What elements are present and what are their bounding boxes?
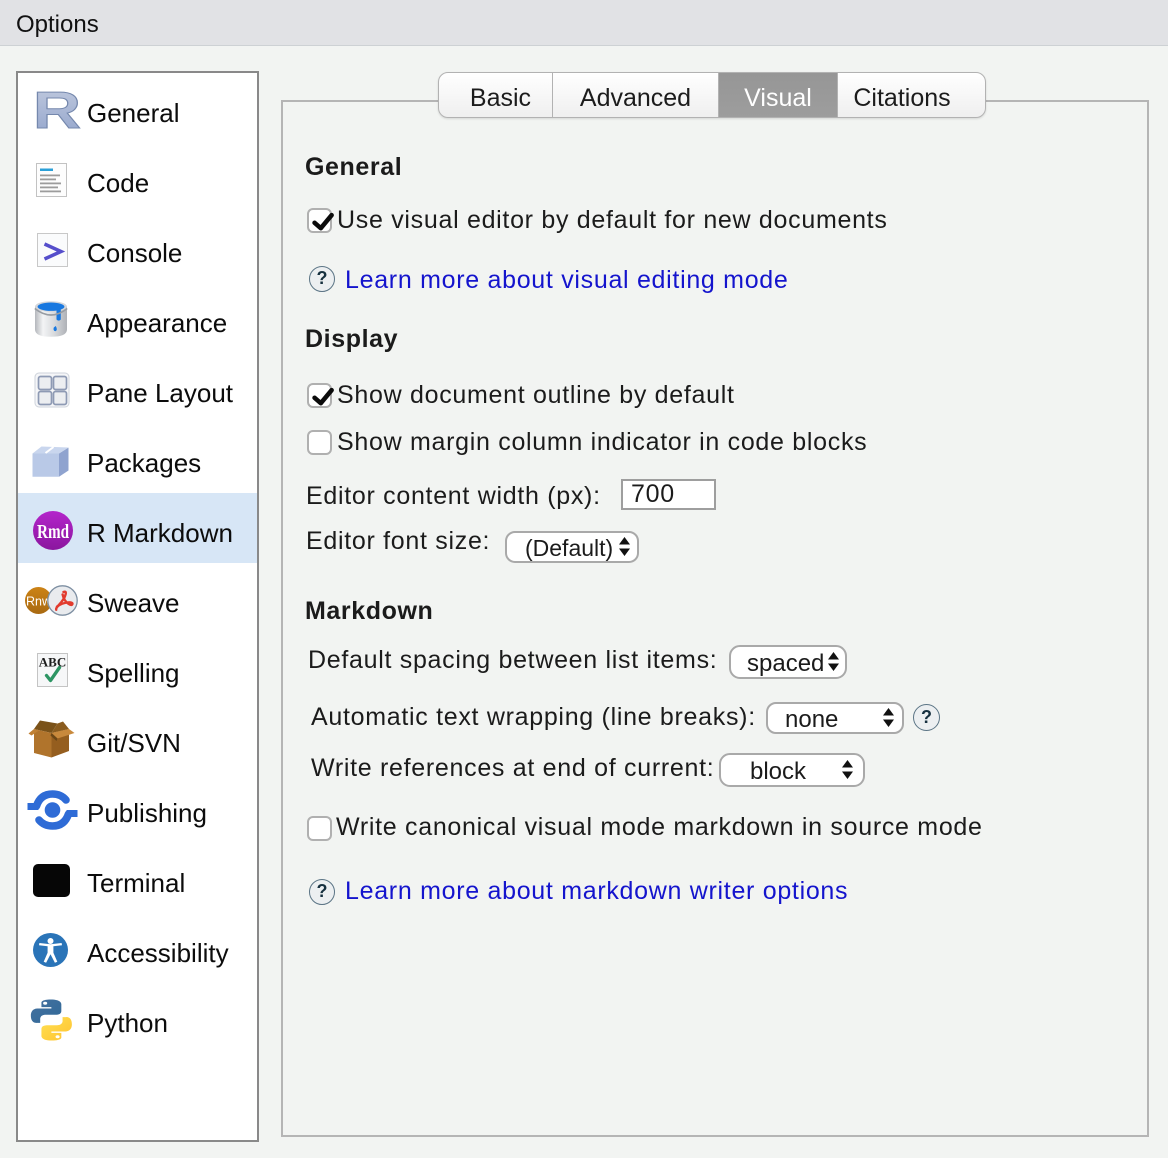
svg-text:Rmd: Rmd <box>37 521 69 543</box>
svg-text:ABC: ABC <box>38 655 65 670</box>
svg-text:R: R <box>33 82 81 140</box>
